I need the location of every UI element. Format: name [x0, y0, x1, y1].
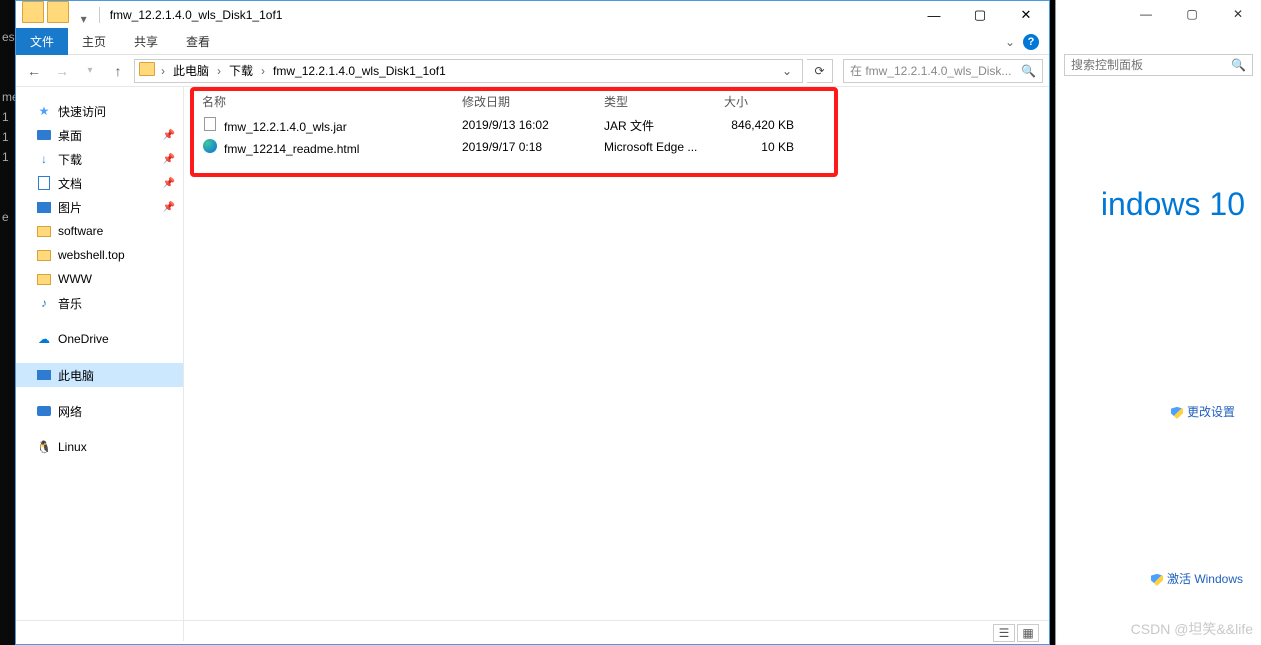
bg-search-input[interactable]: 🔍 — [1064, 54, 1253, 76]
sidebar-this-pc[interactable]: 此电脑 — [16, 363, 183, 387]
folder-icon — [36, 271, 52, 287]
sidebar-network[interactable]: 网络 — [16, 399, 183, 423]
sidebar-software[interactable]: software — [16, 219, 183, 243]
linux-icon: 🐧 — [36, 439, 52, 455]
network-icon — [36, 403, 52, 419]
pin-icon: 📌 — [163, 130, 175, 141]
maximize-button[interactable]: ▢ — [957, 1, 1003, 29]
help-icon[interactable]: ? — [1023, 34, 1039, 50]
bg-minimize[interactable]: — — [1123, 7, 1169, 21]
bg-search-field[interactable] — [1071, 58, 1231, 72]
bg-maximize[interactable]: ▢ — [1169, 7, 1215, 21]
column-headers[interactable]: 名称 修改日期 类型 大小 — [184, 87, 1049, 114]
view-icons-button[interactable]: ▦ — [1017, 624, 1039, 642]
title-bar[interactable]: ▾ fmw_12.2.1.4.0_wls_Disk1_1of1 — ▢ ✕ — [16, 1, 1049, 29]
breadcrumb[interactable]: › 此电脑 › 下载 › fmw_12.2.1.4.0_wls_Disk1_1o… — [134, 59, 803, 83]
crumb-current[interactable]: fmw_12.2.1.4.0_wls_Disk1_1of1 — [269, 64, 450, 78]
tab-file[interactable]: 文件 — [16, 28, 68, 55]
crumb-pc[interactable]: 此电脑 — [169, 62, 213, 79]
nav-recent[interactable]: ▾ — [78, 59, 102, 83]
background-control-panel: — ▢ ✕ 🔍 indows 10 更改设置 激活 Windows — [1055, 0, 1261, 645]
star-icon: ★ — [36, 103, 52, 119]
chevron-right-icon[interactable]: › — [159, 64, 167, 78]
search-box[interactable]: 在 fmw_12.2.1.4.0_wls_Disk... 🔍 — [843, 59, 1043, 83]
qat-arrow[interactable]: ▾ — [73, 8, 95, 30]
nav-up[interactable]: ↑ — [106, 59, 130, 83]
ribbon-expand[interactable]: ⌄ — [1005, 35, 1015, 49]
pc-icon — [36, 367, 52, 383]
nav-back[interactable]: ← — [22, 59, 46, 83]
sidebar-linux[interactable]: 🐧Linux — [16, 435, 183, 459]
download-icon: ↓ — [36, 151, 52, 167]
view-details-button[interactable]: ☰ — [993, 624, 1015, 642]
file-row[interactable]: fmw_12.2.1.4.0_wls.jar 2019/9/13 16:02 J… — [184, 114, 1049, 136]
col-size[interactable]: 大小 — [724, 93, 794, 110]
search-icon: 🔍 — [1021, 64, 1036, 78]
sidebar-onedrive[interactable]: ☁OneDrive — [16, 327, 183, 351]
address-dropdown[interactable]: ⌄ — [776, 64, 798, 78]
qat-properties[interactable] — [47, 1, 69, 23]
bg-close[interactable]: ✕ — [1215, 7, 1261, 21]
tab-view[interactable]: 查看 — [172, 28, 224, 55]
ribbon-tabs: 文件 主页 共享 查看 ⌄ ? — [16, 29, 1049, 55]
folder-icon — [36, 223, 52, 239]
sidebar-www[interactable]: WWW — [16, 267, 183, 291]
sidebar-quick-access[interactable]: ★快速访问 — [16, 99, 183, 123]
nav-bar: ← → ▾ ↑ › 此电脑 › 下载 › fmw_12.2.1.4.0_wls_… — [16, 55, 1049, 87]
status-bar: ☰ ▦ — [16, 620, 1049, 644]
pin-icon: 📌 — [163, 154, 175, 165]
sidebar-webshell[interactable]: webshell.top — [16, 243, 183, 267]
watermark: CSDN @坦笑&&life — [1131, 619, 1253, 639]
picture-icon — [36, 199, 52, 215]
close-button[interactable]: ✕ — [1003, 1, 1049, 29]
file-row[interactable]: fmw_12214_readme.html 2019/9/17 0:18 Mic… — [184, 136, 1049, 158]
col-name[interactable]: 名称 — [202, 93, 462, 110]
chevron-right-icon[interactable]: › — [215, 64, 223, 78]
nav-forward[interactable]: → — [50, 59, 74, 83]
window-title: fmw_12.2.1.4.0_wls_Disk1_1of1 — [110, 8, 283, 22]
activate-windows-link[interactable]: 激活 Windows — [1056, 570, 1261, 587]
sidebar-documents[interactable]: 文档📌 — [16, 171, 183, 195]
file-list: 名称 修改日期 类型 大小 fmw_12.2.1.4.0_wls.jar 201… — [184, 87, 1049, 641]
tab-home[interactable]: 主页 — [68, 28, 120, 55]
shield-icon — [1171, 407, 1183, 419]
windows-10-logo: indows 10 — [1056, 186, 1261, 223]
shield-icon — [1151, 574, 1163, 586]
sidebar-pictures[interactable]: 图片📌 — [16, 195, 183, 219]
crumb-downloads[interactable]: 下载 — [225, 62, 257, 79]
cloud-icon: ☁ — [36, 331, 52, 347]
tab-share[interactable]: 共享 — [120, 28, 172, 55]
music-icon: ♪ — [36, 295, 52, 311]
folder-icon — [36, 247, 52, 263]
search-icon: 🔍 — [1231, 58, 1246, 72]
desktop-icon — [36, 127, 52, 143]
pin-icon: 📌 — [163, 178, 175, 189]
col-date[interactable]: 修改日期 — [462, 93, 604, 110]
jar-file-icon — [202, 116, 218, 132]
sidebar-music[interactable]: ♪音乐 — [16, 291, 183, 315]
change-settings-link[interactable]: 更改设置 — [1056, 403, 1261, 420]
document-icon — [36, 175, 52, 191]
minimize-button[interactable]: — — [911, 1, 957, 29]
sidebar-desktop[interactable]: 桌面📌 — [16, 123, 183, 147]
chevron-right-icon[interactable]: › — [259, 64, 267, 78]
file-explorer-window: ▾ fmw_12.2.1.4.0_wls_Disk1_1of1 — ▢ ✕ 文件… — [15, 0, 1050, 645]
folder-icon — [22, 1, 44, 23]
edge-html-icon — [202, 138, 218, 154]
nav-tree: ★快速访问 桌面📌 ↓下载📌 文档📌 图片📌 software webshell… — [16, 87, 184, 641]
col-type[interactable]: 类型 — [604, 93, 724, 110]
refresh-button[interactable]: ⟳ — [807, 59, 833, 83]
search-placeholder: 在 fmw_12.2.1.4.0_wls_Disk... — [850, 62, 1021, 79]
pin-icon: 📌 — [163, 202, 175, 213]
background-terminal: esme111e — [0, 0, 15, 645]
folder-icon — [139, 62, 157, 79]
sidebar-downloads[interactable]: ↓下载📌 — [16, 147, 183, 171]
